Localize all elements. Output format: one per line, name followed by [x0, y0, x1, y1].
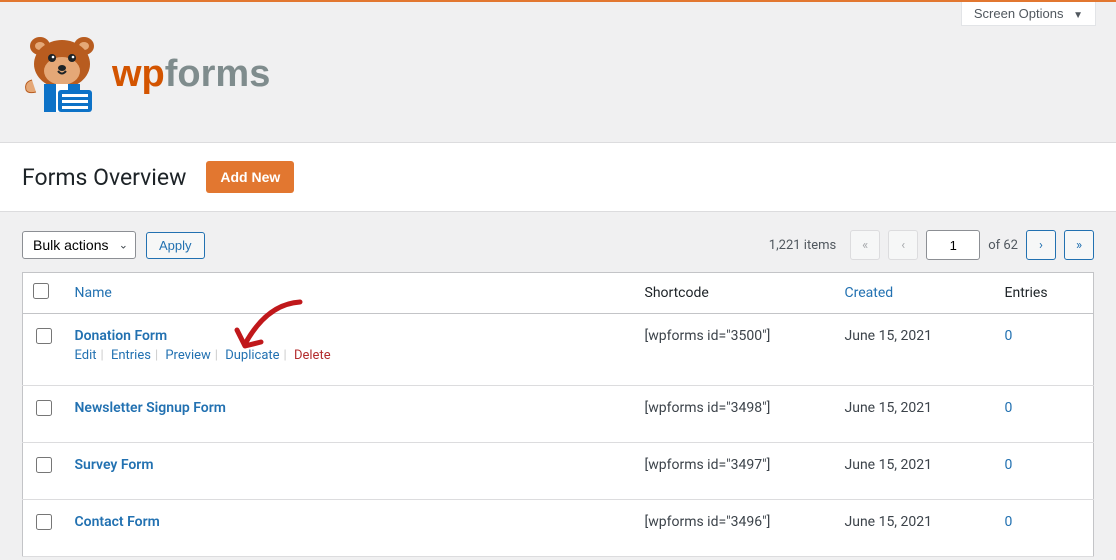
pagination: 1,221 items « ‹ of 62 › »: [769, 230, 1094, 260]
current-page-input[interactable]: [926, 230, 980, 260]
page-total-text: of 62: [988, 238, 1018, 253]
row-checkbox[interactable]: [36, 514, 52, 530]
row-checkbox[interactable]: [36, 400, 52, 416]
table-row: Survey Form [wpforms id="3497"] June 15,…: [23, 443, 1094, 500]
created-cell: June 15, 2021: [835, 500, 995, 557]
page-title: Forms Overview: [22, 164, 186, 191]
edit-link[interactable]: Edit: [75, 348, 97, 363]
shortcode-cell: [wpforms id="3498"]: [635, 386, 835, 443]
next-page-button[interactable]: ›: [1026, 230, 1056, 260]
row-actions: Edit| Entries| Preview| Duplicate| Delet…: [75, 348, 625, 363]
form-title-link[interactable]: Survey Form: [75, 457, 154, 473]
shortcode-cell: [wpforms id="3500"]: [635, 314, 835, 386]
preview-link[interactable]: Preview: [165, 348, 210, 363]
screen-options-button[interactable]: Screen Options ▼: [961, 2, 1096, 26]
entries-count-link[interactable]: 0: [1005, 400, 1013, 416]
duplicate-link[interactable]: Duplicate: [225, 348, 279, 363]
wpforms-wordmark: wpforms: [112, 50, 302, 98]
entries-link[interactable]: Entries: [111, 348, 151, 363]
table-row: Newsletter Signup Form [wpforms id="3498…: [23, 386, 1094, 443]
column-entries: Entries: [995, 273, 1094, 314]
bulk-actions-select[interactable]: Bulk actions: [22, 231, 136, 259]
bulk-actions-wrap: Bulk actions ⌄ Apply: [22, 231, 205, 259]
first-page-button: «: [850, 230, 880, 260]
row-checkbox[interactable]: [36, 457, 52, 473]
page-header: Forms Overview Add New: [0, 142, 1116, 212]
column-created-sort[interactable]: Created: [845, 285, 894, 301]
prev-page-button: ‹: [888, 230, 918, 260]
last-page-button[interactable]: »: [1064, 230, 1094, 260]
entries-count-link[interactable]: 0: [1005, 328, 1013, 344]
table-row: Donation Form Edit| Entries| Preview| Du…: [23, 314, 1094, 386]
apply-button[interactable]: Apply: [146, 232, 205, 259]
screen-options-label: Screen Options: [974, 6, 1064, 21]
wpforms-bear-icon: [22, 36, 102, 112]
add-new-button[interactable]: Add New: [206, 161, 294, 193]
created-cell: June 15, 2021: [835, 386, 995, 443]
created-cell: June 15, 2021: [835, 314, 995, 386]
svg-text:wpforms: wpforms: [112, 53, 270, 95]
items-count: 1,221 items: [769, 238, 836, 253]
wpforms-logo: wpforms: [22, 36, 302, 112]
screen-options-wrap: Screen Options ▼: [0, 2, 1116, 26]
tablenav-top: Bulk actions ⌄ Apply 1,221 items « ‹ of …: [0, 212, 1116, 272]
form-title-link[interactable]: Donation Form: [75, 328, 168, 344]
created-cell: June 15, 2021: [835, 443, 995, 500]
logo-header: wpforms: [0, 26, 1116, 142]
form-title-link[interactable]: Newsletter Signup Form: [75, 400, 226, 416]
chevron-down-icon: ▼: [1073, 10, 1083, 21]
forms-table: Name Shortcode Created Entries Donation …: [22, 272, 1094, 557]
form-title-link[interactable]: Contact Form: [75, 514, 160, 530]
entries-count-link[interactable]: 0: [1005, 457, 1013, 473]
delete-link[interactable]: Delete: [294, 348, 331, 363]
row-checkbox[interactable]: [36, 328, 52, 344]
table-row: Contact Form [wpforms id="3496"] June 15…: [23, 500, 1094, 557]
entries-count-link[interactable]: 0: [1005, 514, 1013, 530]
shortcode-cell: [wpforms id="3497"]: [635, 443, 835, 500]
select-all-checkbox[interactable]: [33, 283, 49, 299]
column-name-sort[interactable]: Name: [75, 285, 112, 301]
shortcode-cell: [wpforms id="3496"]: [635, 500, 835, 557]
column-shortcode: Shortcode: [635, 273, 835, 314]
